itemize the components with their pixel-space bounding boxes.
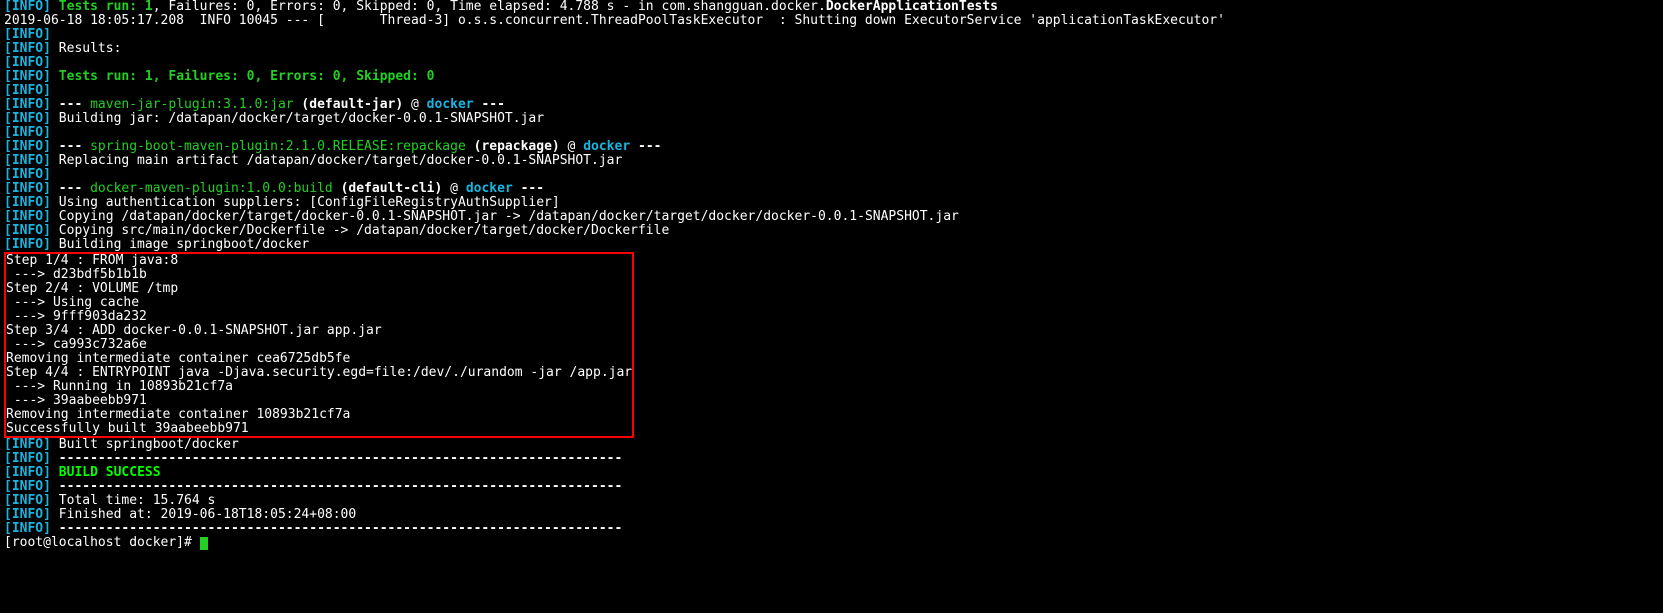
- log-line: [INFO] Building image springboot/docker: [4, 238, 1659, 252]
- docker-step: ---> Running in 10893b21cf7a: [6, 380, 632, 394]
- terminal-output[interactable]: [INFO] Tests run: 1, Failures: 0, Errors…: [0, 0, 1663, 550]
- info-tag: [INFO]: [4, 223, 51, 238]
- info-tag: [INFO]: [4, 139, 51, 154]
- plugin-name: docker-maven-plugin:1.0.0:build: [90, 181, 333, 196]
- info-tag: [INFO]: [4, 0, 51, 14]
- info-tag: [INFO]: [4, 181, 51, 196]
- shell-prompt: [root@localhost docker]#: [4, 535, 200, 550]
- info-tag: [INFO]: [4, 83, 51, 98]
- log-line: [INFO] Tests run: 1, Failures: 0, Errors…: [4, 70, 1659, 84]
- docker-step: Step 2/4 : VOLUME /tmp: [6, 282, 632, 296]
- docker-step: Successfully built 39aabeebb971: [6, 422, 632, 436]
- log-line: [INFO] Total time: 15.764 s: [4, 494, 1659, 508]
- docker-step: ---> 9fff903da232: [6, 310, 632, 324]
- build-success: BUILD SUCCESS: [59, 465, 161, 480]
- shell-prompt-line[interactable]: [root@localhost docker]#: [4, 536, 1659, 550]
- info-tag: [INFO]: [4, 465, 51, 480]
- log-line: [INFO] Building jar: /datapan/docker/tar…: [4, 112, 1659, 126]
- info-tag: [INFO]: [4, 111, 51, 126]
- info-tag: [INFO]: [4, 41, 51, 56]
- log-line: [INFO] --- maven-jar-plugin:3.1.0:jar (d…: [4, 98, 1659, 112]
- info-tag: [INFO]: [4, 507, 51, 522]
- log-line: [INFO]: [4, 56, 1659, 70]
- log-line: [INFO] ---------------------------------…: [4, 452, 1659, 466]
- log-line: [INFO] Using authentication suppliers: […: [4, 196, 1659, 210]
- log-line: [INFO] Results:: [4, 42, 1659, 56]
- info-tag: [INFO]: [4, 521, 51, 536]
- info-tag: [INFO]: [4, 97, 51, 112]
- info-tag: [INFO]: [4, 55, 51, 70]
- info-tag: [INFO]: [4, 451, 51, 466]
- docker-step: ---> Using cache: [6, 296, 632, 310]
- docker-step: ---> d23bdf5b1b1b: [6, 268, 632, 282]
- tests-run: Tests run: 1: [59, 0, 153, 14]
- info-tag: [INFO]: [4, 153, 51, 168]
- log-line: [INFO] Replacing main artifact /datapan/…: [4, 154, 1659, 168]
- tests-summary: Tests run: 1, Failures: 0, Errors: 0, Sk…: [59, 69, 435, 84]
- log-line: [INFO]: [4, 84, 1659, 98]
- docker-step: ---> ca993c732a6e: [6, 338, 632, 352]
- log-line: 2019-06-18 18:05:17.208 INFO 10045 --- […: [4, 14, 1659, 28]
- info-tag: [INFO]: [4, 125, 51, 140]
- log-line: [INFO]: [4, 28, 1659, 42]
- info-tag: [INFO]: [4, 195, 51, 210]
- docker-step: Step 4/4 : ENTRYPOINT java -Djava.securi…: [6, 366, 632, 380]
- docker-step: ---> 39aabeebb971: [6, 394, 632, 408]
- log-line: [INFO] Copying src/main/docker/Dockerfil…: [4, 224, 1659, 238]
- docker-step: Step 3/4 : ADD docker-0.0.1-SNAPSHOT.jar…: [6, 324, 632, 338]
- cursor-icon: [200, 537, 208, 550]
- info-tag: [INFO]: [4, 69, 51, 84]
- docker-step: Removing intermediate container cea6725d…: [6, 352, 632, 366]
- log-line: [INFO] ---------------------------------…: [4, 480, 1659, 494]
- docker-step: Removing intermediate container 10893b21…: [6, 408, 632, 422]
- log-line: [INFO] ---------------------------------…: [4, 522, 1659, 536]
- log-line: [INFO] BUILD SUCCESS: [4, 466, 1659, 480]
- info-tag: [INFO]: [4, 27, 51, 42]
- log-line: [INFO] Finished at: 2019-06-18T18:05:24+…: [4, 508, 1659, 522]
- log-line: [INFO] Copying /datapan/docker/target/do…: [4, 210, 1659, 224]
- log-line: [INFO]: [4, 168, 1659, 182]
- plugin-name: maven-jar-plugin:3.1.0:jar: [90, 97, 294, 112]
- log-line: [INFO]: [4, 126, 1659, 140]
- info-tag: [INFO]: [4, 167, 51, 182]
- info-tag: [INFO]: [4, 237, 51, 252]
- log-line: [INFO] Built springboot/docker: [4, 438, 1659, 452]
- log-line: [INFO] --- docker-maven-plugin:1.0.0:bui…: [4, 182, 1659, 196]
- plugin-name: spring-boot-maven-plugin:2.1.0.RELEASE:r…: [90, 139, 466, 154]
- docker-step: Step 1/4 : FROM java:8: [6, 254, 632, 268]
- docker-build-highlight: Step 1/4 : FROM java:8 ---> d23bdf5b1b1b…: [4, 252, 634, 438]
- info-tag: [INFO]: [4, 209, 51, 224]
- log-line: [INFO] --- spring-boot-maven-plugin:2.1.…: [4, 140, 1659, 154]
- info-tag: [INFO]: [4, 493, 51, 508]
- log-line: [INFO] Tests run: 1, Failures: 0, Errors…: [4, 0, 1659, 14]
- info-tag: [INFO]: [4, 437, 51, 452]
- info-tag: [INFO]: [4, 479, 51, 494]
